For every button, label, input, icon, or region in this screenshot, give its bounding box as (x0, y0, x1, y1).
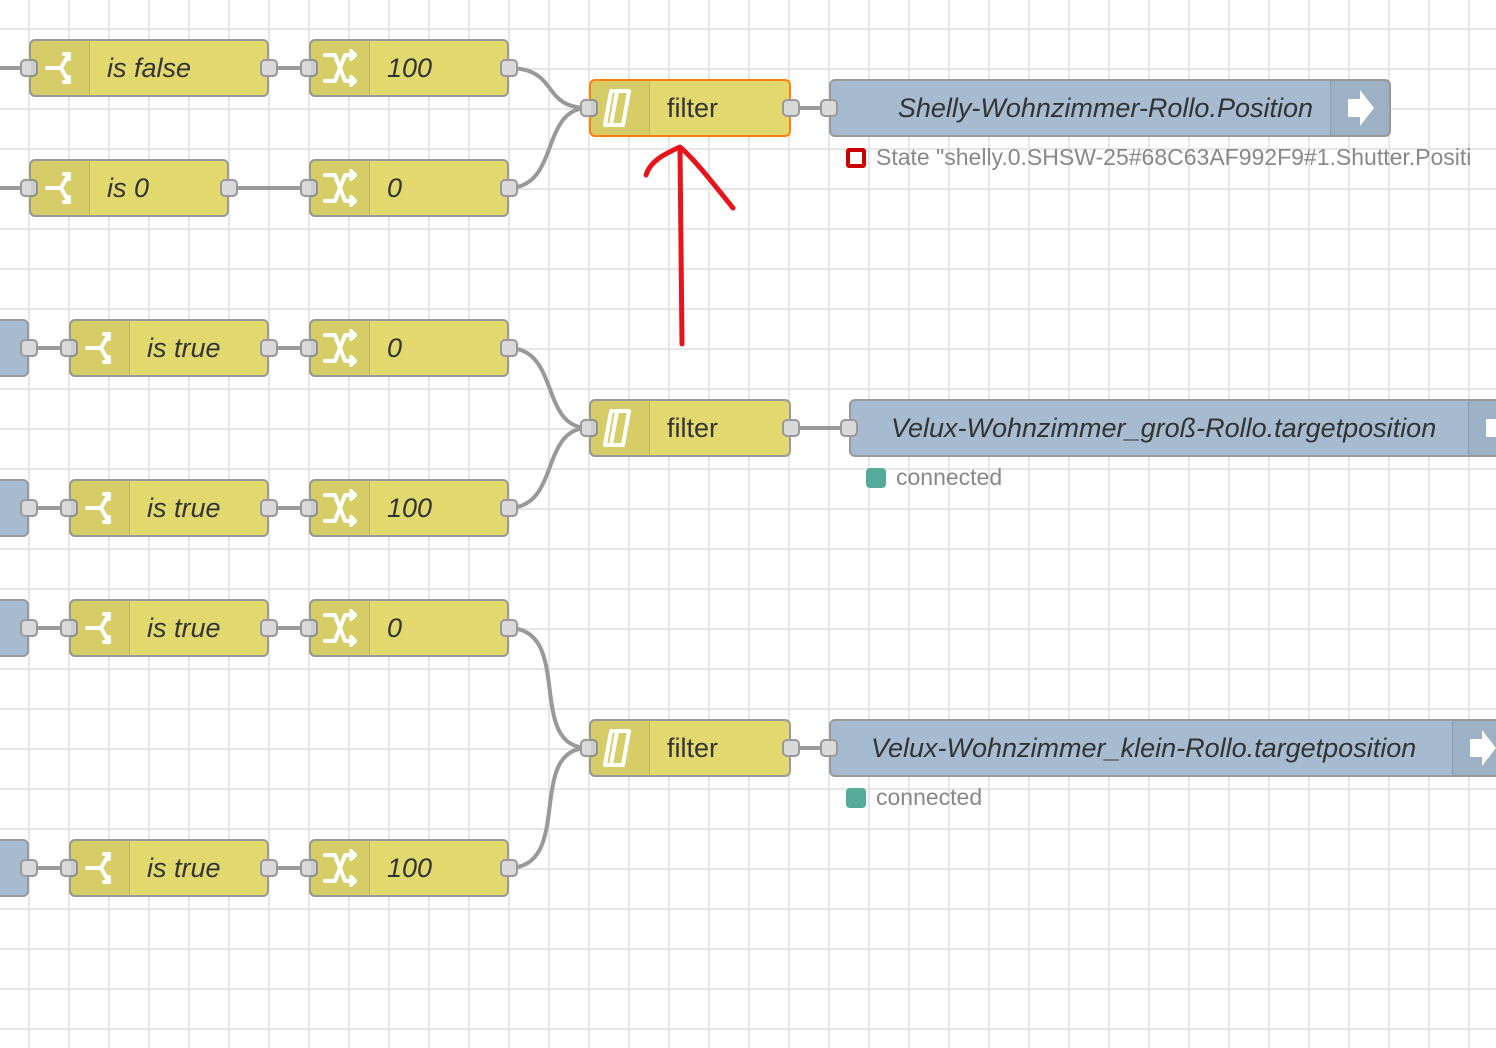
output-node-label: Shelly-Wohnzimmer-Rollo.Position (897, 93, 1313, 123)
switch-node-label: is true (147, 333, 221, 363)
filter-node-selected[interactable]: filter (580, 79, 800, 137)
filter-icon (591, 401, 650, 455)
switch-icon (31, 41, 90, 95)
change-node[interactable]: 0 (300, 319, 518, 377)
status-error-icon (846, 147, 866, 168)
arrow-right-icon (1452, 721, 1496, 775)
output-port[interactable] (260, 339, 278, 357)
node-status: connected (866, 464, 1002, 491)
switch-node-label: is true (147, 853, 221, 883)
wire (506, 106, 590, 190)
output-port[interactable] (20, 499, 38, 517)
output-port[interactable] (782, 419, 800, 437)
change-icon (311, 41, 370, 95)
output-port[interactable] (500, 619, 518, 637)
iobroker-out-node[interactable]: Velux-Wohnzimmer_klein-Rollo.targetposit… (820, 719, 1496, 777)
iobroker-out-node[interactable]: Velux-Wohnzimmer_groß-Rollo.targetpositi… (840, 399, 1496, 457)
node-status: connected (846, 784, 982, 811)
switch-icon (71, 481, 130, 535)
input-port[interactable] (840, 419, 858, 437)
wire (506, 746, 590, 870)
change-node[interactable]: 0 (300, 599, 518, 657)
input-node-partial[interactable] (0, 599, 38, 657)
filter-icon (591, 721, 650, 775)
arrow-right-icon (1468, 401, 1496, 455)
switch-node-label: is true (147, 613, 221, 643)
filter-icon (591, 81, 650, 135)
output-port[interactable] (500, 59, 518, 77)
change-node-label: 0 (387, 333, 403, 363)
output-port[interactable] (260, 59, 278, 77)
switch-node[interactable]: is false (20, 39, 278, 97)
change-icon (311, 841, 370, 895)
output-port[interactable] (260, 859, 278, 877)
switch-node-label: is true (147, 493, 221, 523)
output-node-label: Velux-Wohnzimmer_groß-Rollo.targetpositi… (891, 413, 1437, 443)
switch-node[interactable]: is true (60, 839, 278, 897)
wire (506, 66, 590, 110)
switch-node-label: is 0 (107, 173, 150, 203)
switch-node[interactable]: is true (60, 319, 278, 377)
filter-node-label: filter (667, 93, 719, 123)
switch-icon (31, 161, 90, 215)
change-node[interactable]: 100 (300, 39, 518, 97)
status-text: State "shelly.0.SHSW-25#68C63AF992F9#1.S… (876, 144, 1472, 170)
output-port[interactable] (260, 619, 278, 637)
output-port[interactable] (500, 499, 518, 517)
filter-node[interactable]: filter (580, 399, 800, 457)
switch-node[interactable]: is 0 (20, 159, 238, 217)
iobroker-out-node[interactable]: Shelly-Wohnzimmer-Rollo.Position (820, 79, 1391, 137)
input-node-partial[interactable] (0, 319, 38, 377)
status-text: connected (896, 464, 1003, 490)
wire (506, 346, 590, 430)
change-icon (311, 321, 370, 375)
status-connected-icon (866, 467, 886, 488)
output-port[interactable] (782, 99, 800, 117)
input-node-partial[interactable] (0, 839, 38, 897)
change-node[interactable]: 100 (300, 839, 518, 897)
output-port[interactable] (500, 339, 518, 357)
output-port[interactable] (500, 179, 518, 197)
output-port[interactable] (220, 179, 238, 197)
status-connected-icon (846, 787, 866, 808)
switch-icon (71, 321, 130, 375)
change-icon (311, 601, 370, 655)
output-port[interactable] (20, 339, 38, 357)
input-node-partial[interactable] (0, 479, 38, 537)
output-port[interactable] (20, 859, 38, 877)
change-icon (311, 161, 370, 215)
arrow-right-icon (1330, 81, 1389, 135)
change-node-label: 100 (387, 853, 433, 883)
change-node[interactable]: 100 (300, 479, 518, 537)
change-node-label: 0 (387, 173, 403, 203)
switch-icon (71, 841, 130, 895)
change-node[interactable]: 0 (300, 159, 518, 217)
output-node-label: Velux-Wohnzimmer_klein-Rollo.targetposit… (871, 733, 1417, 763)
output-port[interactable] (260, 499, 278, 517)
node-status: State "shelly.0.SHSW-25#68C63AF992F9#1.S… (846, 144, 1471, 171)
switch-icon (71, 601, 130, 655)
output-port[interactable] (20, 619, 38, 637)
wire (506, 426, 590, 510)
output-port[interactable] (782, 739, 800, 757)
flow-canvas[interactable]: is false 100 is 0 0 filter Shelly-Wohnzi… (0, 0, 1496, 1048)
change-icon (311, 481, 370, 535)
status-text: connected (876, 784, 983, 810)
output-port[interactable] (500, 859, 518, 877)
switch-node-label: is false (107, 53, 192, 83)
filter-node-label: filter (667, 413, 719, 443)
input-port[interactable] (820, 739, 838, 757)
filter-node-label: filter (667, 733, 719, 763)
change-node-label: 0 (387, 613, 403, 643)
change-node-label: 100 (387, 493, 433, 523)
input-port[interactable] (820, 99, 838, 117)
change-node-label: 100 (387, 53, 433, 83)
switch-node[interactable]: is true (60, 479, 278, 537)
filter-node[interactable]: filter (580, 719, 800, 777)
switch-node[interactable]: is true (60, 599, 278, 657)
wire (506, 626, 590, 750)
